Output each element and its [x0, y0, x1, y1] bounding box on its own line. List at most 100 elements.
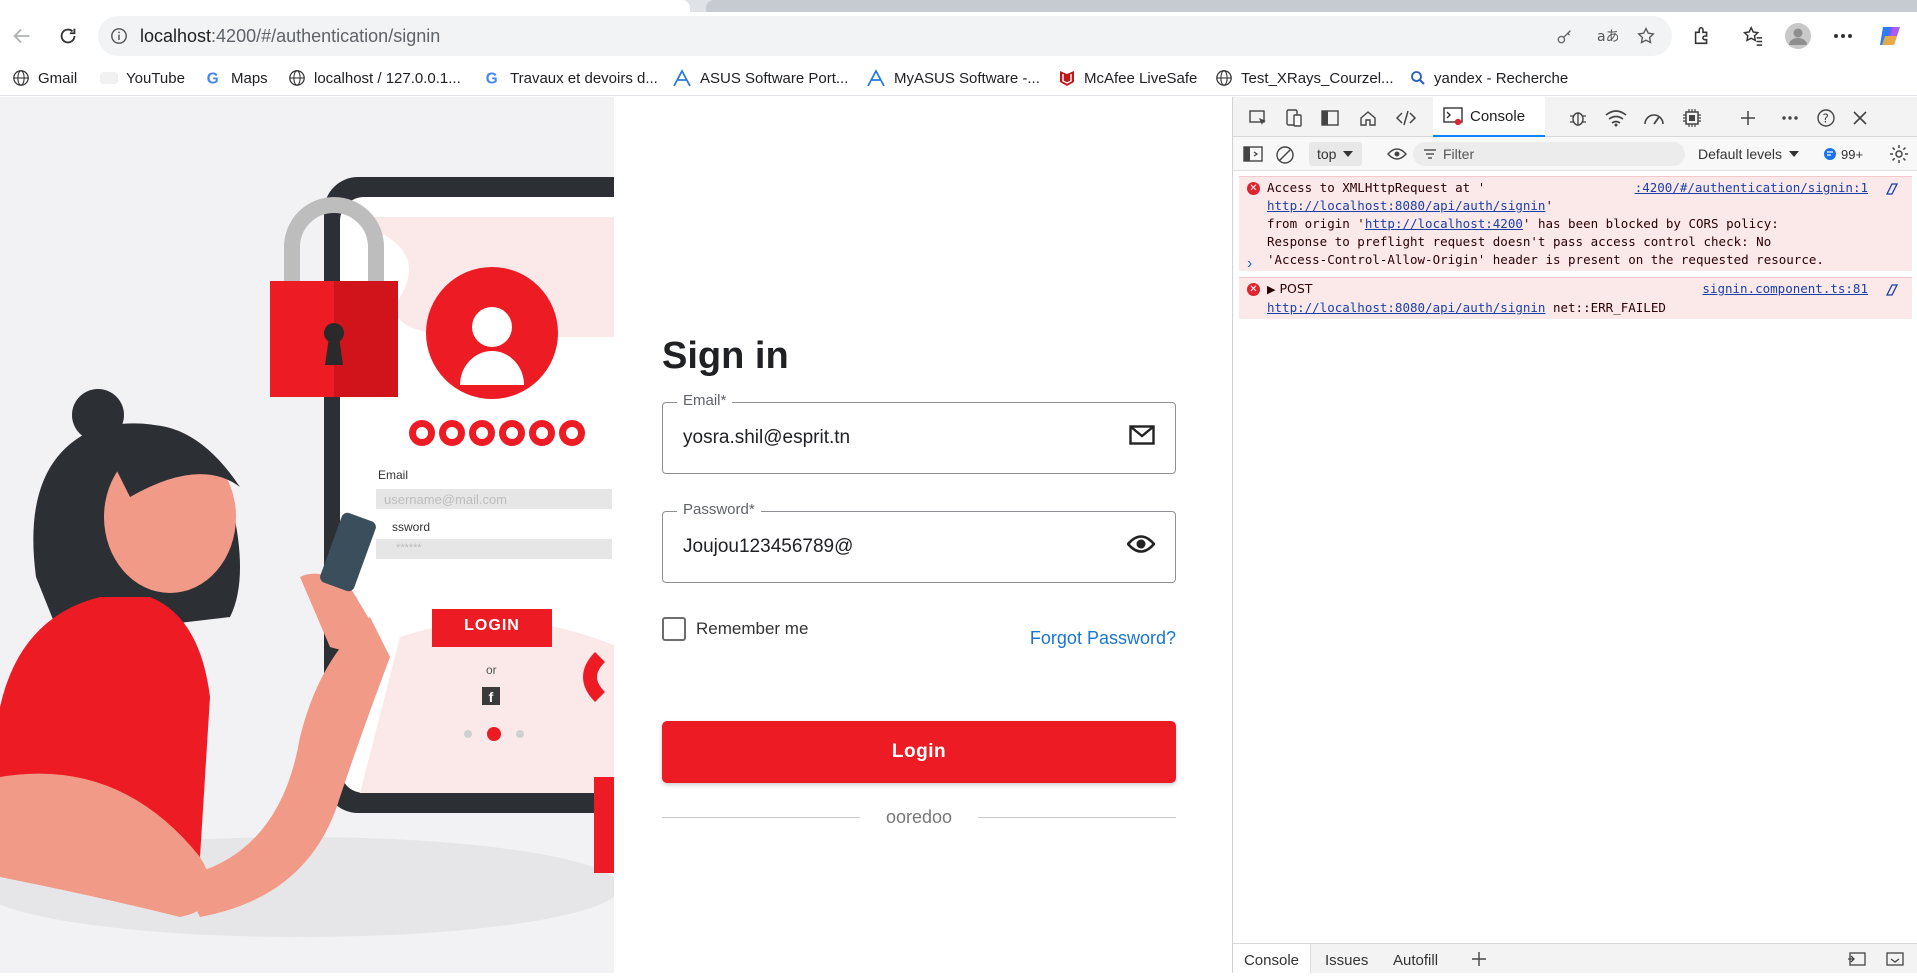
- message-line: Response to preflight request doesn't pa…: [1267, 234, 1772, 249]
- filter-input[interactable]: Filter: [1413, 142, 1685, 166]
- context-selector[interactable]: top: [1309, 142, 1363, 166]
- settings-icon[interactable]: [1889, 144, 1909, 164]
- add-drawer-tab-icon[interactable]: [1471, 951, 1487, 967]
- copilot-icon: [1880, 27, 1900, 45]
- search-icon: [1411, 71, 1425, 85]
- message-source-link[interactable]: signin.component.ts:81: [1702, 280, 1868, 298]
- password-value[interactable]: Joujou123456789@: [683, 512, 853, 582]
- illus-password-label: ssword: [392, 520, 431, 534]
- email-field[interactable]: Email* yosra.shil@esprit.tn: [662, 392, 1176, 474]
- address-bar[interactable]: localhost:4200/#/authentication/signin a…: [98, 16, 1672, 56]
- drawer-collapse-icon[interactable]: [1885, 951, 1905, 967]
- bookmark-myasus[interactable]: MyASUS Software -...: [866, 60, 1040, 96]
- bug-icon[interactable]: [1565, 105, 1591, 131]
- divider-line: [978, 817, 1176, 818]
- bookmark-test-xrays[interactable]: Test_XRays_Courzel...: [1215, 60, 1394, 96]
- remember-checkbox[interactable]: [662, 617, 686, 641]
- error-icon: ✕: [1247, 283, 1260, 296]
- elements-icon[interactable]: [1393, 105, 1419, 131]
- drawer-tab-autofill[interactable]: Autofill: [1393, 944, 1438, 974]
- more-icon[interactable]: [1777, 105, 1803, 131]
- message-source-link[interactable]: :4200/#/authentication/signin:1: [1635, 179, 1868, 197]
- eye-icon[interactable]: [1387, 147, 1407, 161]
- message-url-link[interactable]: http://localhost:8080/api/auth/signin: [1267, 300, 1545, 315]
- console-prompt-chevron-icon[interactable]: ›: [1247, 255, 1252, 273]
- youtube-icon: [100, 72, 118, 84]
- bookmark-label: Gmail: [38, 69, 78, 87]
- performance-icon[interactable]: [1641, 105, 1667, 131]
- extensions-button[interactable]: [1686, 20, 1718, 52]
- reload-button[interactable]: [52, 20, 84, 52]
- help-icon[interactable]: ?: [1813, 105, 1839, 131]
- remember-label: Remember me: [696, 619, 809, 638]
- tab-inactive[interactable]: [706, 0, 1917, 12]
- email-value[interactable]: yosra.shil@esprit.tn: [683, 403, 850, 473]
- drawer-tab-issues[interactable]: Issues: [1325, 944, 1368, 974]
- mcafee-icon: [1060, 71, 1074, 86]
- issues-counter[interactable]: 99+: [1823, 142, 1863, 166]
- bookmark-youtube[interactable]: YouTube: [100, 60, 185, 96]
- remember-me[interactable]: Remember me: [662, 617, 808, 641]
- inspect-icon[interactable]: [1245, 105, 1271, 131]
- sidebar-toggle-icon[interactable]: [1243, 145, 1263, 163]
- console-error-cors[interactable]: ✕ :4200/#/authentication/signin:1 Access…: [1239, 176, 1912, 271]
- device-toolbar-icon[interactable]: [1281, 105, 1307, 131]
- bookmark-asus[interactable]: ASUS Software Port...: [672, 60, 848, 96]
- bookmark-yandex[interactable]: yandex - Recherche: [1410, 60, 1568, 96]
- devtools-panel: Console ? top Filter Default levels 99+ …: [1232, 97, 1917, 974]
- profile-button[interactable]: [1782, 20, 1814, 52]
- log-levels-select[interactable]: Default levels: [1698, 142, 1800, 166]
- message-line: 'Access-Control-Allow-Origin' header is …: [1267, 252, 1824, 267]
- clear-console-icon[interactable]: [1275, 145, 1295, 165]
- message-origin-link[interactable]: http://localhost:4200: [1365, 216, 1523, 231]
- menu-button[interactable]: [1827, 20, 1859, 52]
- message-line: http://localhost:8080/api/auth/signin ne…: [1267, 299, 1904, 317]
- svg-text:?: ?: [1823, 112, 1829, 126]
- drawer-dock-icon[interactable]: [1847, 951, 1867, 967]
- back-button[interactable]: [6, 20, 38, 52]
- login-button[interactable]: Login: [662, 721, 1176, 783]
- home-icon[interactable]: [1355, 105, 1381, 131]
- tab-active[interactable]: [0, 0, 690, 12]
- copilot-explain-icon[interactable]: [1884, 282, 1900, 298]
- bookmark-label: MyASUS Software -...: [894, 69, 1040, 87]
- bookmark-gmail[interactable]: Gmail: [12, 60, 77, 96]
- tab-console[interactable]: Console: [1433, 97, 1545, 137]
- bookmark-mcafee[interactable]: McAfee LiveSafe: [1058, 60, 1197, 96]
- url-text[interactable]: localhost:4200/#/authentication/signin: [140, 16, 440, 56]
- puzzle-icon: [1694, 26, 1708, 45]
- dock-icon[interactable]: [1317, 105, 1343, 131]
- bookmark-maps[interactable]: G Maps: [205, 60, 268, 96]
- drawer-tab-console[interactable]: Console: [1233, 944, 1311, 974]
- password-field[interactable]: Password* Joujou123456789@: [662, 501, 1176, 583]
- message-text: ' has been blocked by CORS policy:: [1522, 216, 1779, 231]
- globe-icon: [289, 70, 305, 86]
- svg-text:G: G: [207, 70, 219, 87]
- forgot-password-link[interactable]: Forgot Password?: [1030, 628, 1176, 649]
- bookmark-label: localhost / 127.0.0.1...: [314, 69, 461, 87]
- eye-icon[interactable]: [1127, 533, 1155, 555]
- devtools-tabbar: Console ?: [1233, 97, 1917, 137]
- issues-icon: [1824, 148, 1836, 160]
- translate-icon[interactable]: aあ: [1596, 26, 1618, 46]
- wifi-icon[interactable]: [1603, 105, 1629, 131]
- expand-triangle-icon[interactable]: ▶: [1267, 283, 1275, 296]
- svg-text:aあ: aあ: [1597, 29, 1618, 45]
- url-path: :4200/#/authentication/signin: [211, 26, 441, 46]
- copilot-explain-icon[interactable]: [1884, 181, 1900, 197]
- star-add-icon[interactable]: [1636, 26, 1656, 46]
- illustration-art: [0, 97, 614, 973]
- copilot-button[interactable]: [1874, 20, 1906, 52]
- favorites-button[interactable]: [1737, 20, 1769, 52]
- bookmark-travaux[interactable]: G Travaux et devoirs d...: [484, 60, 658, 96]
- close-icon[interactable]: [1847, 105, 1873, 131]
- bookmark-localhost[interactable]: localhost / 127.0.0.1...: [288, 60, 461, 96]
- key-icon[interactable]: [1556, 27, 1574, 45]
- memory-icon[interactable]: [1679, 105, 1705, 131]
- message-url-link[interactable]: http://localhost:8080/api/auth/signin: [1267, 198, 1545, 213]
- console-error-post[interactable]: ✕ signin.component.ts:81 ▶ POST http://l…: [1239, 277, 1912, 319]
- avatar: [1785, 23, 1811, 49]
- bookmark-label: YouTube: [126, 69, 185, 87]
- caret-down-icon: [1789, 151, 1800, 157]
- add-tab-icon[interactable]: [1735, 105, 1761, 131]
